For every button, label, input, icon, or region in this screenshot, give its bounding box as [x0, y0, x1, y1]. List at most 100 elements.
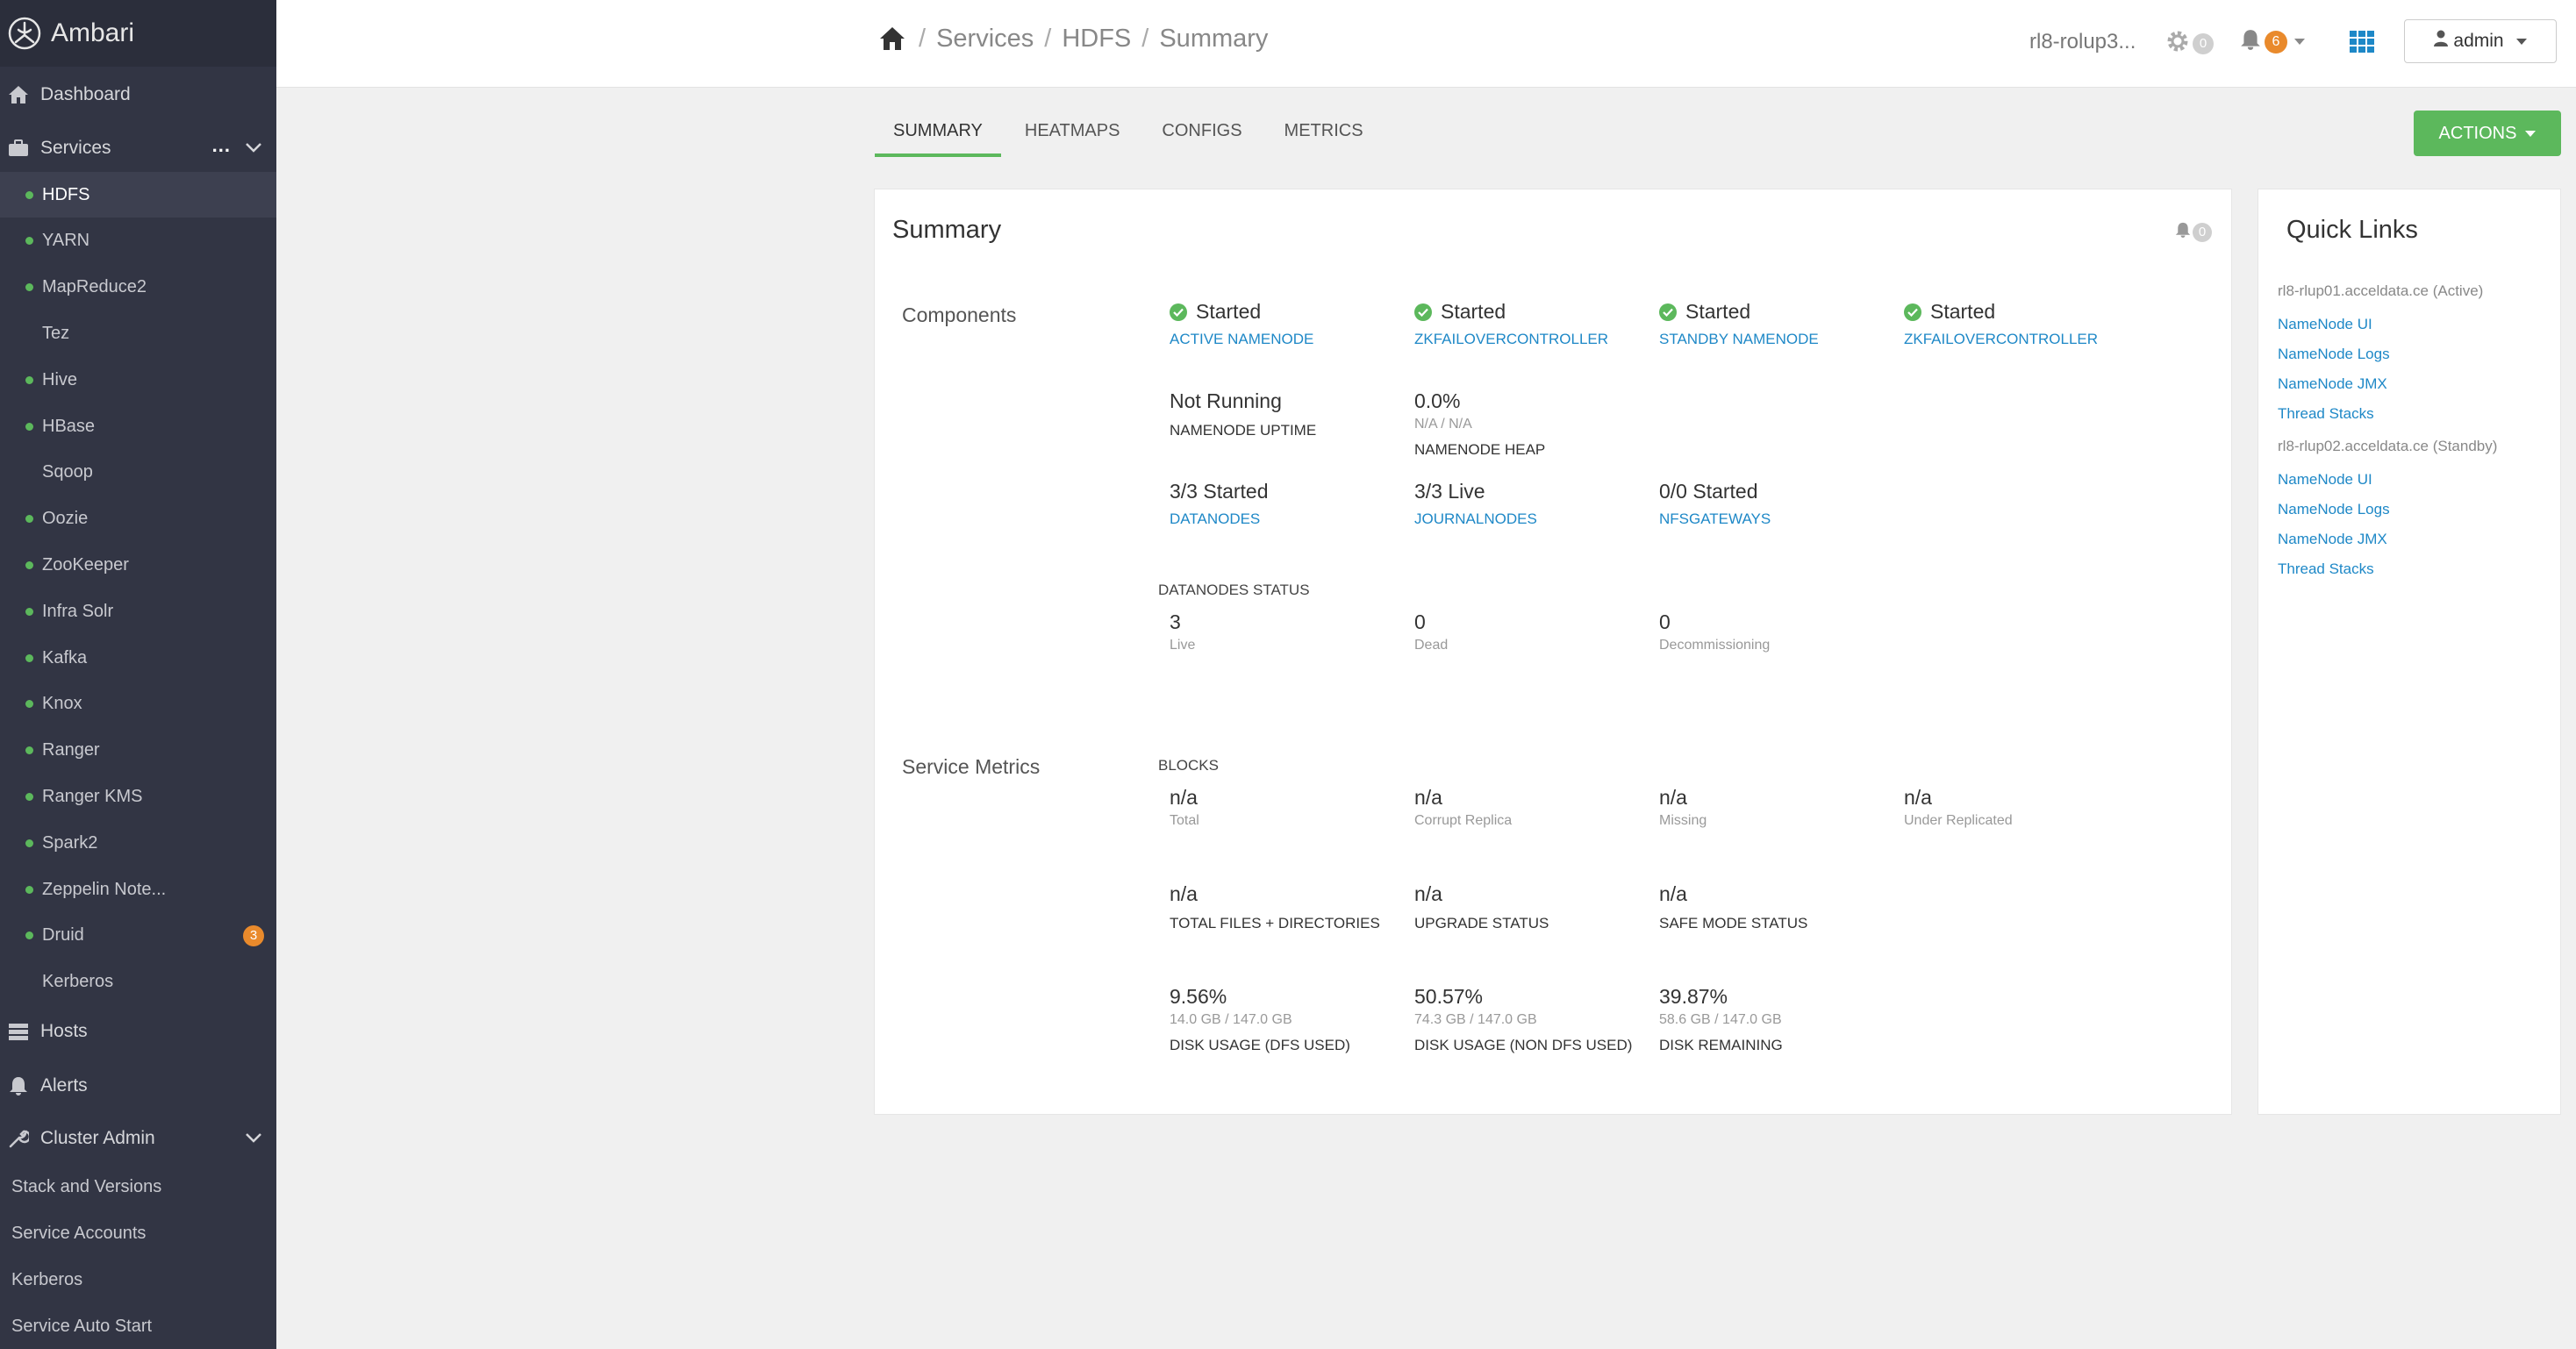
safe-mode-status: n/a SAFE MODE STATUS	[1659, 882, 1896, 934]
sidebar-service-item[interactable]: Kafka	[0, 635, 276, 681]
sidebar-service-item[interactable]: Ranger KMS	[0, 774, 276, 819]
quick-link-thread-stacks[interactable]: Thread Stacks	[2278, 405, 2374, 423]
service-metrics-label: Service Metrics	[902, 755, 1041, 778]
sidebar-service-item[interactable]: Knox	[0, 682, 276, 727]
sidebar-service-item[interactable]: HDFS	[0, 172, 276, 218]
blocks-missing: n/a Missing	[1659, 786, 1896, 829]
sidebar-service-item[interactable]: HBase	[0, 403, 276, 449]
disk-remaining: 39.87% 58.6 GB / 147.0 GB DISK REMAINING	[1659, 985, 1878, 1056]
apps-grid-icon[interactable]	[2349, 30, 2375, 59]
quick-link-namenode-logs[interactable]: NameNode Logs	[2278, 346, 2390, 363]
metric-label: DISK USAGE (DFS USED)	[1170, 1037, 1350, 1053]
sidebar-service-item[interactable]: Hive	[0, 357, 276, 403]
chevron-down-icon[interactable]	[245, 138, 262, 159]
user-menu-button[interactable]: admin	[2404, 19, 2557, 63]
metric-label: Decommissioning	[1659, 638, 1771, 653]
home-icon[interactable]	[878, 25, 908, 54]
tab-heatmaps[interactable]: HEATMAPS	[1006, 121, 1139, 157]
summary-alerts-button[interactable]: 0	[2175, 221, 2212, 243]
component-status: Started	[1930, 300, 1996, 323]
disk-usage-non-dfs: 50.57% 74.3 GB / 147.0 GB DISK USAGE (NO…	[1414, 985, 1634, 1056]
breadcrumb-services[interactable]: Services	[936, 25, 1034, 54]
tab-metrics[interactable]: METRICS	[1266, 121, 1382, 157]
sidebar-item-label: Hosts	[40, 1021, 88, 1041]
quick-link-namenode-jmx[interactable]: NameNode JMX	[2278, 375, 2387, 393]
component-link[interactable]: ACTIVE NAMENODE	[1170, 331, 1406, 348]
sidebar-item-label: Alerts	[40, 1075, 88, 1096]
sidebar-item-dashboard[interactable]: Dashboard	[0, 70, 276, 119]
metric-sub: 74.3 GB / 147.0 GB	[1414, 1012, 1537, 1027]
datanodes-decommissioning: 0 Decommissioning	[1659, 610, 1896, 653]
sidebar-item-hosts[interactable]: Hosts	[0, 1007, 276, 1056]
sidebar-item-label: YARN	[42, 231, 90, 251]
status-dot-icon	[25, 515, 33, 524]
panel-title: Summary	[892, 216, 1002, 244]
namenode-uptime: Not Running NAMENODE UPTIME	[1170, 389, 1406, 441]
journalnodes-link[interactable]: JOURNALNODES	[1414, 510, 1651, 528]
component-link[interactable]: ZKFAILOVERCONTROLLER	[1414, 331, 1651, 348]
sidebar-service-item[interactable]: ZooKeeper	[0, 542, 276, 588]
nfsgateways-link[interactable]: NFSGATEWAYS	[1659, 510, 1896, 528]
background-ops-button[interactable]: 0	[2165, 28, 2214, 59]
sidebar-service-item[interactable]: Infra Solr	[0, 589, 276, 634]
cluster-name[interactable]: rl8-rolup3...	[2029, 30, 2136, 54]
component-active-namenode: Started ACTIVE NAMENODE	[1170, 300, 1406, 348]
upgrade-status: n/a UPGRADE STATUS	[1414, 882, 1651, 934]
bell-icon	[5, 1074, 32, 1097]
sidebar-item-label: Hive	[42, 369, 78, 389]
bell-icon	[2240, 28, 2261, 55]
sidebar-cluster-admin-item[interactable]: Kerberos	[0, 1257, 276, 1303]
sidebar-service-item[interactable]: Ranger	[0, 728, 276, 774]
actions-button[interactable]: ACTIONS	[2414, 111, 2561, 156]
chevron-down-icon[interactable]	[245, 1128, 262, 1149]
metric-label: TOTAL FILES + DIRECTORIES	[1170, 915, 1380, 931]
breadcrumb-hdfs[interactable]: HDFS	[1062, 25, 1131, 54]
metric-label: UPGRADE STATUS	[1414, 915, 1549, 931]
sidebar-service-item[interactable]: Tez	[0, 310, 276, 356]
quick-link-thread-stacks[interactable]: Thread Stacks	[2278, 560, 2374, 578]
tab-configs[interactable]: CONFIGS	[1143, 121, 1260, 157]
breadcrumb-summary: Summary	[1159, 25, 1269, 53]
sidebar-item-label: Druid	[42, 925, 84, 946]
sidebar-item-services[interactable]: Services ...	[0, 124, 276, 173]
blocks-corrupt: n/a Corrupt Replica	[1414, 786, 1651, 829]
quick-link-namenode-jmx[interactable]: NameNode JMX	[2278, 531, 2387, 548]
alert-count-badge: 3	[243, 924, 264, 946]
sidebar-cluster-admin-item[interactable]: Stack and Versions	[0, 1164, 276, 1210]
sidebar-item-label: Cluster Admin	[40, 1128, 155, 1148]
quick-link-namenode-ui[interactable]: NameNode UI	[2278, 316, 2372, 333]
alerts-button[interactable]: 6	[2240, 28, 2305, 55]
sidebar-service-item[interactable]: Zeppelin Note...	[0, 867, 276, 912]
sidebar-cluster-admin-item[interactable]: Service Accounts	[0, 1210, 276, 1256]
caret-down-icon	[2294, 39, 2305, 45]
component-status: Started	[1441, 300, 1506, 323]
server-icon	[5, 1020, 32, 1043]
sidebar-service-item[interactable]: YARN	[0, 218, 276, 264]
sidebar-item-label: Tez	[42, 323, 70, 343]
top-bar: / Services / HDFS / Summary rl8-rolup3..…	[276, 0, 2576, 88]
sidebar-item-label: Infra Solr	[42, 601, 114, 621]
sidebar-service-item[interactable]: Druid 3	[0, 913, 276, 959]
status-dot-icon	[25, 190, 33, 199]
tab-summary[interactable]: SUMMARY	[875, 121, 1001, 157]
brand[interactable]: Ambari	[0, 0, 276, 67]
sidebar-service-item[interactable]: Kerberos	[0, 960, 276, 1005]
sidebar-item-cluster-admin[interactable]: Cluster Admin	[0, 1114, 276, 1163]
sidebar-item-alerts[interactable]: Alerts	[0, 1061, 276, 1110]
sidebar-service-item[interactable]: Sqoop	[0, 450, 276, 496]
datanodes-link[interactable]: DATANODES	[1170, 510, 1406, 528]
sidebar-item-label: Knox	[42, 694, 82, 714]
more-options-icon[interactable]: ...	[212, 134, 231, 157]
component-zkfc-1: Started ZKFAILOVERCONTROLLER	[1414, 300, 1651, 348]
datanodes-count: 3/3 Started DATANODES	[1170, 480, 1406, 528]
sidebar-service-item[interactable]: Spark2	[0, 820, 276, 866]
quick-link-namenode-ui[interactable]: NameNode UI	[2278, 471, 2372, 489]
quick-link-namenode-logs[interactable]: NameNode Logs	[2278, 501, 2390, 518]
sidebar-service-item[interactable]: MapReduce2	[0, 265, 276, 310]
breadcrumb: / Services / HDFS / Summary	[878, 25, 1268, 54]
component-link[interactable]: ZKFAILOVERCONTROLLER	[1904, 331, 2141, 348]
briefcase-icon	[5, 137, 32, 160]
sidebar-service-item[interactable]: Oozie	[0, 496, 276, 542]
component-link[interactable]: STANDBY NAMENODE	[1659, 331, 1896, 348]
sidebar-cluster-admin-item[interactable]: Service Auto Start	[0, 1303, 276, 1349]
